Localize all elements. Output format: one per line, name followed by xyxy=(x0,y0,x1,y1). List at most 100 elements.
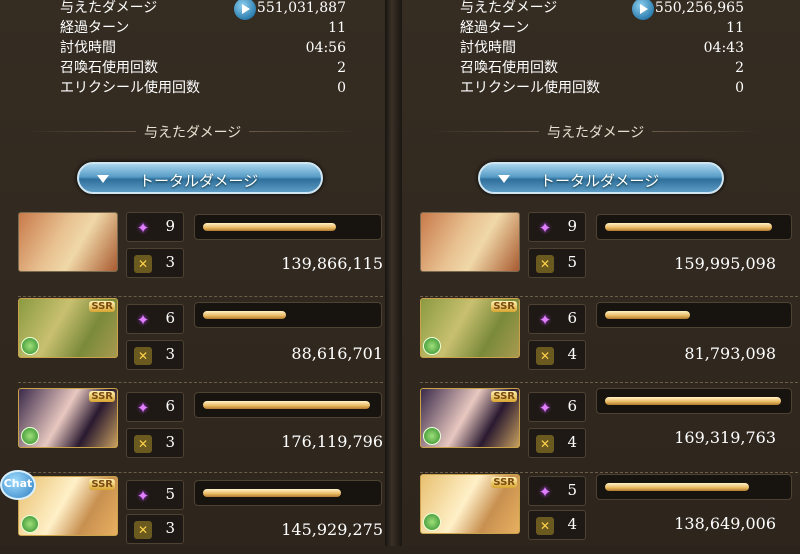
dropdown-label: トータルダメージ xyxy=(139,172,259,190)
ssr-badge: SSR xyxy=(89,479,115,490)
ougi-count-value: 6 xyxy=(165,309,175,327)
skill-count-value: 4 xyxy=(567,433,577,451)
damage-type-dropdown[interactable]: トータルダメージ xyxy=(77,162,323,194)
character-row: ✦ 9 ✕ 3 139,866,115 xyxy=(18,212,383,297)
stat-row: 討伐時間 04:56 xyxy=(60,38,346,58)
character-portrait[interactable] xyxy=(420,212,520,272)
damage-bar xyxy=(596,388,792,414)
stat-label: 経過ターン xyxy=(460,20,530,36)
wind-element-icon xyxy=(423,427,441,445)
chevron-down-icon xyxy=(496,171,512,187)
ougi-count-value: 6 xyxy=(567,309,577,327)
skill-icon: ✕ xyxy=(536,255,554,273)
character-row: SSR ✦ 6 ✕ 3 88,616,701 xyxy=(18,298,383,383)
sparkle-icon: ✦ xyxy=(136,399,150,417)
result-panel-left: 与えたダメージ 551,031,887 経過ターン 11 討伐時間 04:56 … xyxy=(0,0,385,546)
row-divider xyxy=(18,382,383,384)
stat-value: 2 xyxy=(337,60,346,76)
sparkle-icon: ✦ xyxy=(538,311,552,329)
stat-row: 召喚石使用回数 2 xyxy=(460,58,744,78)
skill-icon: ✕ xyxy=(536,517,554,535)
damage-bar xyxy=(194,392,382,418)
ssr-badge: SSR xyxy=(89,391,115,402)
sparkle-icon: ✦ xyxy=(136,311,150,329)
chevron-down-icon xyxy=(95,171,111,187)
chat-button[interactable]: Chat xyxy=(0,470,36,500)
ougi-count-value: 6 xyxy=(567,397,577,415)
damage-value: 139,866,115 xyxy=(281,254,383,273)
damage-bar-fill xyxy=(605,311,690,319)
stat-label: 討伐時間 xyxy=(60,40,116,56)
stat-row: 経過ターン 11 xyxy=(460,18,744,38)
ougi-count: ✦ 5 xyxy=(126,480,184,510)
skill-count-value: 3 xyxy=(165,253,175,271)
wind-element-icon xyxy=(423,513,441,531)
stat-row: 与えたダメージ 551,031,887 xyxy=(60,0,346,18)
section-title: 与えたダメージ xyxy=(428,122,764,142)
stat-value: 0 xyxy=(735,80,744,96)
damage-bar-fill xyxy=(605,483,749,491)
stat-value: 551,031,887 xyxy=(256,0,346,16)
skill-count: ✕ 4 xyxy=(528,510,586,540)
ougi-count-value: 5 xyxy=(165,485,175,503)
stat-label: 召喚石使用回数 xyxy=(60,60,158,76)
stat-value: 04:56 xyxy=(305,40,346,56)
stat-value: 11 xyxy=(726,20,744,36)
stat-value: 11 xyxy=(328,20,346,36)
damage-type-dropdown[interactable]: トータルダメージ xyxy=(478,162,724,194)
character-portrait[interactable]: SSR xyxy=(420,388,520,448)
ougi-count: ✦ 6 xyxy=(126,304,184,334)
ougi-count-value: 9 xyxy=(567,217,577,235)
character-portrait[interactable]: SSR xyxy=(420,474,520,534)
panel-divider xyxy=(385,0,402,546)
damage-bar xyxy=(596,302,792,328)
ssr-badge: SSR xyxy=(89,301,115,312)
stat-value: 04:43 xyxy=(703,40,744,56)
character-portrait[interactable]: SSR xyxy=(18,388,118,448)
ougi-count-value: 9 xyxy=(165,217,175,235)
row-divider xyxy=(420,382,798,384)
character-portrait[interactable] xyxy=(18,212,118,272)
character-portrait[interactable]: SSR xyxy=(420,298,520,358)
ssr-badge: SSR xyxy=(491,301,517,312)
stat-value: 550,256,965 xyxy=(654,0,744,16)
damage-value: 145,929,275 xyxy=(281,520,383,539)
skill-icon: ✕ xyxy=(134,347,152,365)
ougi-count: ✦ 6 xyxy=(528,392,586,422)
skill-count: ✕ 4 xyxy=(528,428,586,458)
stat-label: 与えたダメージ xyxy=(460,0,558,16)
damage-value: 159,995,098 xyxy=(674,254,776,273)
stat-label: 与えたダメージ xyxy=(60,0,158,16)
skill-count-value: 5 xyxy=(567,253,577,271)
stat-value: 2 xyxy=(735,60,744,76)
damage-bar xyxy=(194,480,382,506)
sparkle-icon: ✦ xyxy=(136,487,150,505)
skill-icon: ✕ xyxy=(134,435,152,453)
ougi-count: ✦ 6 xyxy=(528,304,586,334)
skill-count: ✕ 4 xyxy=(528,340,586,370)
stat-row: エリクシール使用回数 0 xyxy=(460,78,744,98)
skill-count-value: 4 xyxy=(567,345,577,363)
ougi-count: ✦ 5 xyxy=(528,476,586,506)
wind-element-icon xyxy=(21,337,39,355)
damage-value: 138,649,006 xyxy=(674,514,776,533)
stat-label: 経過ターン xyxy=(60,20,130,36)
character-row: SSR ✦ 6 ✕ 4 169,319,763 xyxy=(420,388,798,473)
damage-bar xyxy=(596,214,792,240)
damage-bar-fill xyxy=(605,223,772,231)
character-portrait[interactable]: SSR xyxy=(18,298,118,358)
damage-value: 169,319,763 xyxy=(674,428,776,447)
stat-row: 与えたダメージ 550,256,965 xyxy=(460,0,744,18)
damage-bar-fill xyxy=(203,223,336,231)
row-divider xyxy=(18,472,383,474)
damage-bar xyxy=(194,302,382,328)
damage-value: 81,793,098 xyxy=(684,344,776,363)
ougi-count-value: 6 xyxy=(165,397,175,415)
sparkle-icon: ✦ xyxy=(538,219,552,237)
character-row: SSR ✦ 5 ✕ 4 138,649,006 xyxy=(420,474,798,552)
skill-icon: ✕ xyxy=(536,435,554,453)
skill-count: ✕ 3 xyxy=(126,340,184,370)
damage-bar-fill xyxy=(203,401,370,409)
damage-bar-fill xyxy=(605,397,781,405)
skill-icon: ✕ xyxy=(536,347,554,365)
